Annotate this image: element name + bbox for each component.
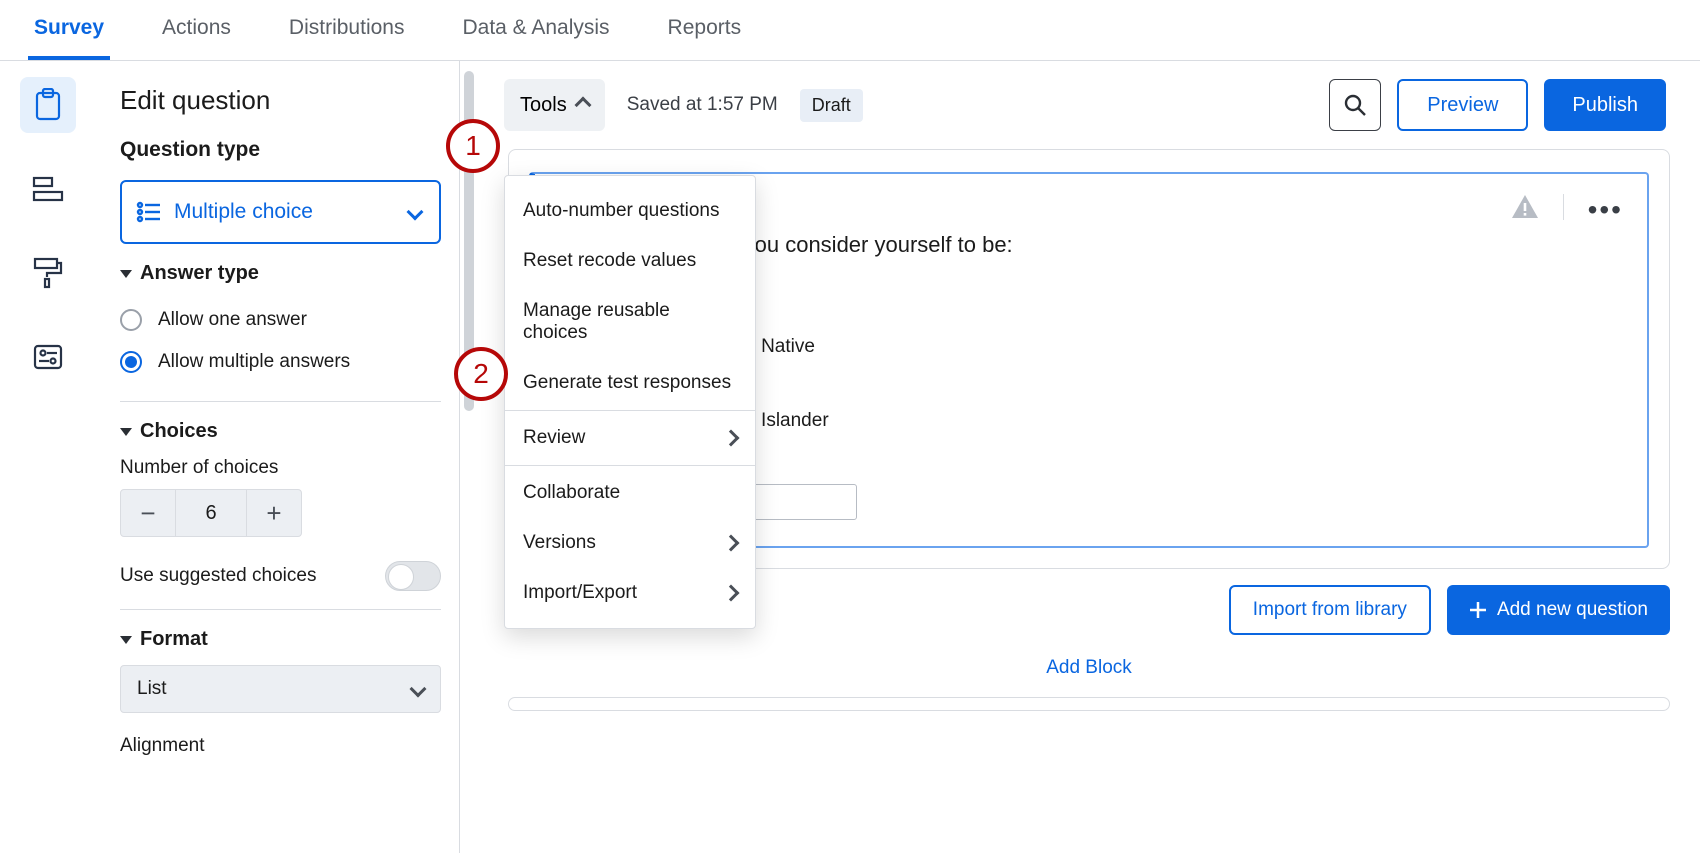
- publish-button[interactable]: Publish: [1544, 79, 1666, 131]
- plus-icon: [1469, 601, 1487, 619]
- dd-auto-number[interactable]: Auto-number questions: [505, 186, 755, 236]
- tools-dropdown: Auto-number questions Reset recode value…: [504, 175, 756, 629]
- search-button[interactable]: [1329, 79, 1381, 131]
- radio-label: Allow one answer: [158, 309, 307, 331]
- import-library-button[interactable]: Import from library: [1229, 585, 1431, 635]
- clipboard-icon: [33, 88, 63, 122]
- choice-row[interactable]: [613, 366, 1623, 402]
- radio-icon: [120, 309, 142, 331]
- choice-row[interactable]: ian or Pacific Islander: [613, 402, 1623, 440]
- alignment-label: Alignment: [120, 735, 441, 757]
- radio-allow-one[interactable]: Allow one answer: [120, 299, 441, 341]
- tab-data-analysis[interactable]: Data & Analysis: [456, 16, 615, 60]
- radio-allow-multi[interactable]: Allow multiple answers: [120, 341, 441, 383]
- paint-roller-icon: [33, 257, 63, 289]
- format-select[interactable]: List: [120, 665, 441, 713]
- radio-icon: [120, 351, 142, 373]
- caret-down-icon: [120, 428, 132, 436]
- sliders-icon: [33, 343, 63, 371]
- left-rail: [0, 61, 96, 853]
- add-block-link[interactable]: Add Block: [478, 657, 1700, 679]
- annotation-2: 2: [454, 347, 508, 401]
- rail-options-button[interactable]: [20, 329, 76, 385]
- suggested-label: Use suggested choices: [120, 565, 316, 587]
- rail-flow-button[interactable]: [20, 161, 76, 217]
- dd-collaborate[interactable]: Collaborate: [505, 468, 755, 518]
- suggested-toggle[interactable]: [385, 561, 441, 591]
- choices-heading: Choices: [140, 420, 218, 443]
- question-type-select[interactable]: Multiple choice: [120, 180, 441, 244]
- format-value: List: [137, 678, 167, 700]
- chevron-right-icon: [723, 535, 740, 552]
- edit-title: Edit question: [120, 85, 441, 116]
- chevron-up-icon: [574, 97, 591, 114]
- rail-builder-button[interactable]: [20, 77, 76, 133]
- flow-icon: [32, 175, 64, 203]
- list-icon: [136, 201, 160, 223]
- answer-type-heading: Answer type: [140, 262, 259, 285]
- add-question-button[interactable]: Add new question: [1447, 585, 1670, 635]
- caret-down-icon: [120, 636, 132, 644]
- next-block-card: [508, 697, 1670, 711]
- saved-status: Saved at 1:57 PM: [627, 94, 778, 116]
- dd-versions[interactable]: Versions: [505, 518, 755, 568]
- format-heading: Format: [140, 628, 208, 651]
- panel-scrollbar[interactable]: [460, 61, 478, 853]
- question-type-heading: Question type: [120, 138, 441, 162]
- warning-icon: [1511, 194, 1539, 220]
- chevron-right-icon: [723, 430, 740, 447]
- stepper-value: 6: [175, 490, 247, 536]
- edit-panel: Edit question Question type Multiple cho…: [96, 61, 460, 853]
- tools-label: Tools: [520, 94, 567, 117]
- dd-reset-recode[interactable]: Reset recode values: [505, 236, 755, 286]
- dd-manage-reusable[interactable]: Manage reusable choices: [505, 286, 755, 358]
- num-choices-stepper: − 6 +: [120, 489, 302, 537]
- caret-down-icon: [120, 270, 132, 278]
- draft-badge: Draft: [800, 89, 863, 122]
- choice-row[interactable]: Other: [613, 440, 1623, 478]
- tab-reports[interactable]: Reports: [662, 16, 748, 60]
- question-type-label: Multiple choice: [174, 200, 313, 224]
- tab-actions[interactable]: Actions: [156, 16, 237, 60]
- chevron-right-icon: [723, 585, 740, 602]
- chevron-down-icon: [407, 204, 424, 221]
- radio-label: Allow multiple answers: [158, 351, 350, 373]
- rail-look-button[interactable]: [20, 245, 76, 301]
- dd-import-export[interactable]: Import/Export: [505, 568, 755, 618]
- dd-generate-test[interactable]: Generate test responses: [505, 358, 755, 408]
- annotation-1: 1: [446, 119, 500, 173]
- tools-button[interactable]: Tools: [504, 79, 605, 131]
- stepper-minus[interactable]: −: [121, 490, 175, 536]
- dd-review[interactable]: Review: [505, 413, 755, 463]
- content: 1 2 Tools Saved at 1:57 PM Draft Preview…: [478, 61, 1700, 853]
- tab-distributions[interactable]: Distributions: [283, 16, 411, 60]
- stepper-plus[interactable]: +: [247, 490, 301, 536]
- top-nav: Survey Actions Distributions Data & Anal…: [0, 0, 1700, 61]
- choice-row[interactable]: an American: [613, 290, 1623, 328]
- search-icon: [1343, 93, 1367, 117]
- tab-survey[interactable]: Survey: [28, 16, 110, 60]
- more-button[interactable]: •••: [1588, 194, 1623, 226]
- num-choices-label: Number of choices: [120, 457, 441, 479]
- preview-button[interactable]: Preview: [1397, 79, 1528, 131]
- chevron-down-icon: [410, 681, 427, 698]
- choice-row[interactable]: ian or Alaska Native: [613, 328, 1623, 366]
- toolbar: Tools Saved at 1:57 PM Draft Preview Pub…: [478, 61, 1700, 149]
